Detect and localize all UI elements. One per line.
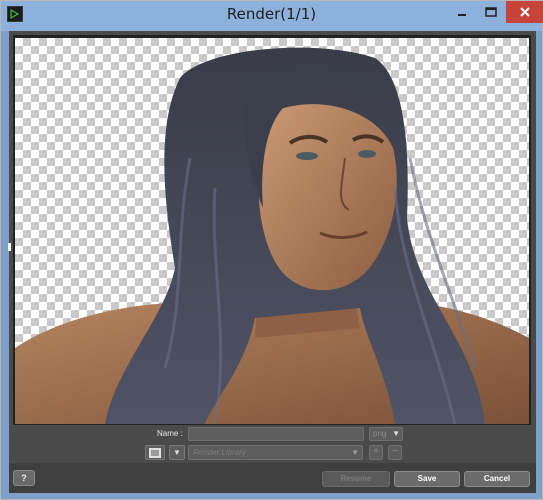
splitter-handle[interactable]	[8, 243, 11, 251]
format-value: png	[373, 429, 387, 438]
chevron-down-icon: ▼	[392, 429, 400, 438]
minimize-icon	[458, 14, 466, 16]
render-library-dropdown[interactable]: Render Library ▼	[188, 445, 363, 460]
close-button[interactable]	[506, 1, 543, 23]
library-icon	[149, 448, 161, 458]
format-dropdown[interactable]: png ▼	[369, 427, 403, 441]
chevron-down-icon: ▼	[173, 448, 181, 457]
chevron-down-icon: ▼	[351, 448, 359, 457]
destination-button[interactable]	[145, 445, 165, 460]
render-controls: Name : png ▼ ▼ Render Library ▼ + −	[9, 425, 536, 461]
maximize-button[interactable]	[477, 1, 505, 23]
maximize-icon	[485, 7, 497, 17]
left-eye	[296, 152, 318, 160]
render-window: Render(1/1) Name: png ▼ ▼ Render Librar…	[0, 0, 543, 500]
save-button[interactable]: Save	[394, 471, 460, 487]
name-input[interactable]	[188, 427, 364, 441]
dialog-body: Name : png ▼ ▼ Render Library ▼ + − ? Re…	[8, 31, 536, 493]
render-library-value: Render Library	[193, 448, 246, 457]
render-frame	[13, 35, 531, 425]
minimize-button[interactable]	[448, 1, 476, 23]
add-button[interactable]: +	[369, 445, 383, 460]
plus-icon: +	[373, 446, 379, 457]
minus-icon: −	[392, 446, 398, 457]
help-button[interactable]: ?	[13, 470, 35, 486]
close-icon	[519, 7, 530, 17]
render-preview	[15, 38, 529, 424]
render-image	[15, 47, 529, 424]
resume-button[interactable]: Resume	[322, 471, 390, 487]
right-eye	[358, 150, 376, 158]
name-label: Name :	[157, 429, 183, 438]
help-icon: ?	[21, 473, 27, 483]
destination-menu-button[interactable]: ▼	[169, 445, 185, 460]
button-bar: ? Resume Save Cancel	[9, 463, 536, 493]
remove-button[interactable]: −	[388, 445, 402, 460]
title-bar[interactable]: Render(1/1)	[1, 1, 543, 31]
cancel-button[interactable]: Cancel	[464, 471, 530, 487]
